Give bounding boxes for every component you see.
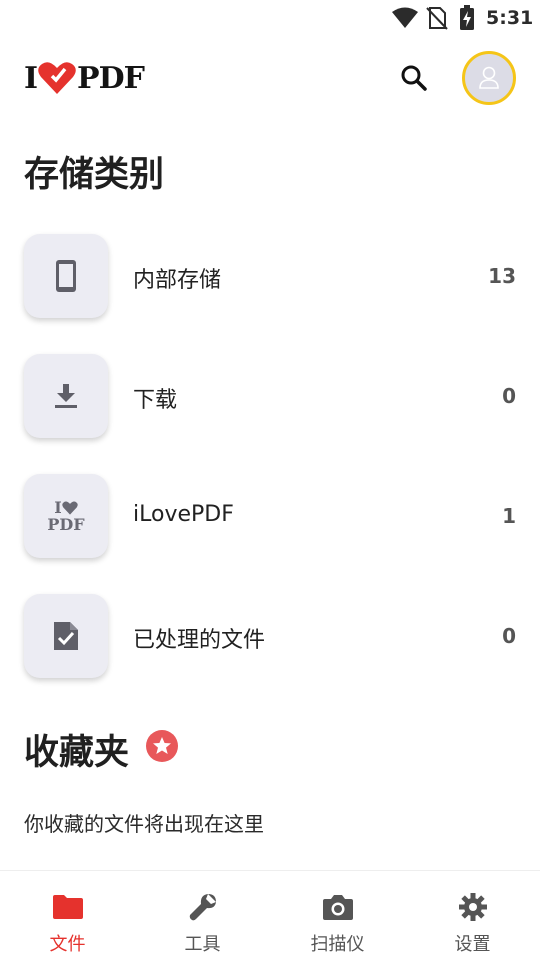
- storage-tile: [24, 234, 108, 318]
- gear-icon: [458, 893, 487, 921]
- storage-item-label: iLovePDF: [133, 502, 234, 527]
- mini-logo-letter: I: [54, 497, 62, 517]
- logo-letter-i: I: [24, 60, 38, 96]
- storage-item-processed[interactable]: 已处理的文件 0: [0, 578, 540, 698]
- battery-charging-icon: [459, 5, 475, 35]
- ilovepdf-logo-icon: I PDF: [47, 497, 85, 534]
- nav-scanner[interactable]: 扫描仪: [270, 871, 405, 960]
- favorites-section-title: 收藏夹: [24, 733, 130, 773]
- status-time: 5:31: [486, 7, 534, 29]
- nav-label: 设置: [454, 934, 491, 955]
- folder-icon: [52, 895, 83, 919]
- storage-item-count: 0: [502, 624, 516, 648]
- nav-label: 工具: [184, 934, 221, 955]
- processed-file-icon: [54, 622, 78, 650]
- storage-item-ilovepdf[interactable]: I PDF iLovePDF 1: [0, 458, 540, 578]
- nav-files[interactable]: 文件: [0, 871, 135, 960]
- no-sim-icon: [426, 6, 448, 34]
- nav-label: 扫描仪: [310, 934, 365, 955]
- heart-icon: [38, 62, 76, 94]
- favorites-empty-text: 你收藏的文件将出现在这里: [24, 812, 264, 836]
- bottom-navigation: 文件 工具 扫描仪 设置: [0, 870, 540, 960]
- phone-icon: [56, 260, 76, 292]
- storage-item-downloads[interactable]: 下载 0: [0, 338, 540, 458]
- mini-heart-icon: [62, 501, 78, 515]
- wifi-icon: [392, 7, 418, 33]
- user-icon: [479, 66, 499, 89]
- storage-tile: [24, 594, 108, 678]
- star-icon: [146, 730, 178, 762]
- nav-label: 文件: [49, 934, 86, 955]
- storage-item-count: 1: [502, 504, 516, 528]
- camera-icon: [322, 895, 353, 920]
- storage-item-count: 0: [502, 384, 516, 408]
- search-button[interactable]: [395, 59, 433, 97]
- account-avatar[interactable]: [462, 51, 516, 105]
- mini-logo-text: PDF: [47, 514, 85, 534]
- storage-section-title: 存储类别: [24, 155, 165, 195]
- nav-tools[interactable]: 工具: [135, 871, 270, 960]
- storage-tile: I PDF: [24, 474, 108, 558]
- search-icon: [401, 65, 427, 91]
- storage-item-label: 内部存储: [133, 268, 222, 293]
- storage-item-internal[interactable]: 内部存储 13: [0, 218, 540, 338]
- storage-item-count: 13: [488, 264, 516, 288]
- download-icon: [55, 384, 77, 408]
- storage-tile: [24, 354, 108, 438]
- nav-settings[interactable]: 设置: [405, 871, 540, 960]
- storage-list: 内部存储 13 下载 0 I PDF iLovePDF 1 已处理的文件 0: [0, 218, 540, 698]
- storage-item-label: 已处理的文件: [133, 628, 266, 653]
- wrench-icon: [189, 894, 216, 921]
- logo-letters-pdf: PDF: [77, 60, 145, 96]
- status-bar: 5:31: [0, 0, 540, 36]
- ilovepdf-logo: I PDF: [24, 58, 145, 98]
- storage-item-label: 下载: [133, 388, 178, 413]
